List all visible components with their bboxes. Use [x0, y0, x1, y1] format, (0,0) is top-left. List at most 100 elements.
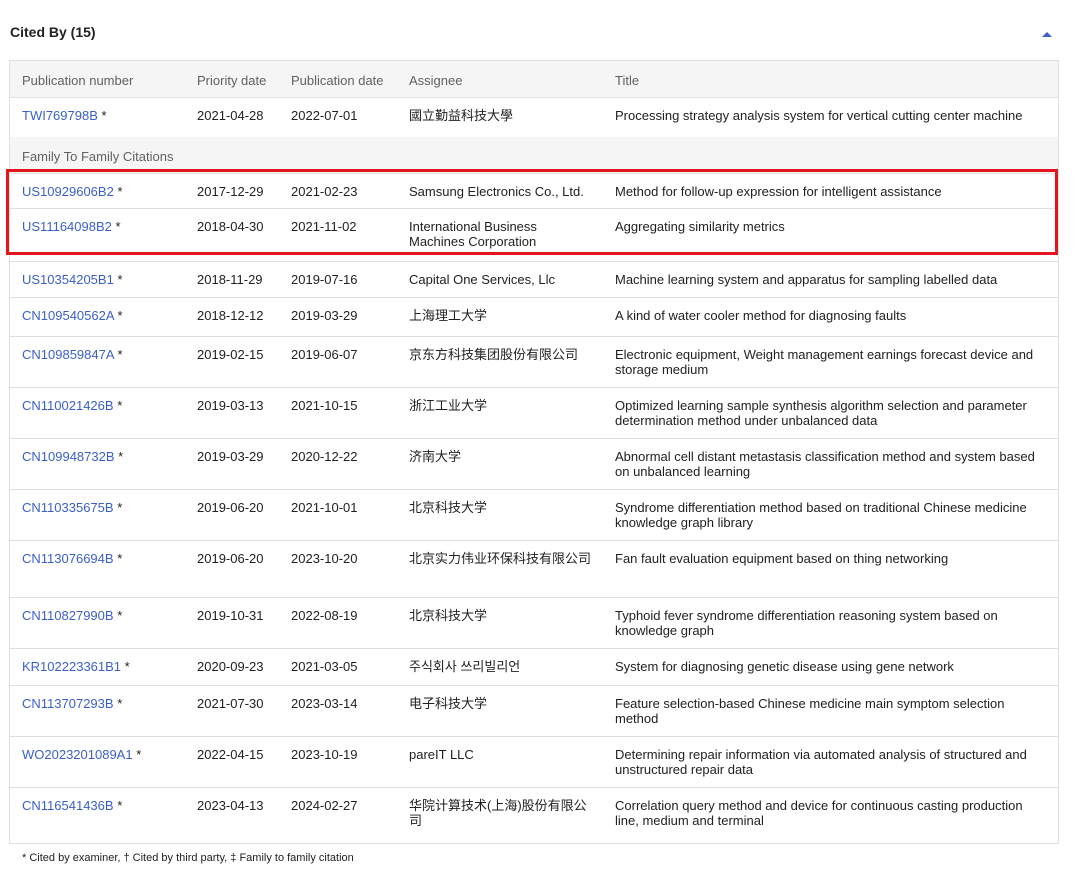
assignee: pareIT LLC — [409, 747, 474, 762]
table-row: US10929606B2 * 2017-12-29 2021-02-23 Samsun… — [10, 174, 1058, 209]
publication-link[interactable]: KR102223361B1 — [22, 659, 121, 674]
assignee: Samsung Electronics Co., Ltd. — [409, 184, 584, 199]
table-row: CN110827990B * 2019-10-31 2022-08-19 北京科技大学… — [10, 598, 1058, 649]
group-header: Family To Family Citations — [10, 137, 1058, 174]
citation-marker: * — [117, 500, 123, 515]
patent-title: Fan fault evaluation equipment based on … — [615, 551, 949, 566]
publication-link[interactable]: CN109948732B — [22, 449, 115, 464]
citation-marker: * — [117, 272, 123, 287]
section-title: Cited By (15) — [10, 24, 96, 40]
assignee: 北京实力伟业环保科技有限公司 — [409, 551, 592, 566]
publication-link[interactable]: CN110021426B — [22, 398, 114, 413]
publication-link[interactable]: CN116541436B — [22, 798, 114, 813]
publication-link[interactable]: TWI769798B — [22, 108, 98, 123]
table-row: WO2023201089A1 * 2022-04-15 2023-10-19 pare… — [10, 737, 1058, 788]
publication-date: 2019-03-29 — [291, 308, 358, 323]
publication-cell: US10354205B1 * — [22, 272, 192, 287]
citation-marker: * — [117, 308, 123, 323]
citation-marker: * — [117, 347, 123, 362]
publication-cell: TWI769798B * — [22, 108, 192, 123]
publication-date: 2021-11-02 — [291, 219, 357, 234]
priority-date: 2019-06-20 — [197, 500, 264, 515]
patent-title: Syndrome differentiation method based on… — [615, 500, 1027, 530]
publication-link[interactable]: US11164098B2 — [22, 219, 112, 234]
patent-title: Abnormal cell distant metastasis classif… — [615, 449, 1035, 479]
citations-table: Publication number Priority date Publica… — [9, 60, 1059, 844]
patent-title: Correlation query method and device for … — [615, 798, 1023, 828]
patent-title: System for diagnosing genetic disease us… — [615, 659, 954, 674]
priority-date: 2017-12-29 — [197, 184, 264, 199]
table-header: Publication number Priority date Publica… — [10, 61, 1058, 98]
publication-cell: CN113076694B * — [22, 551, 192, 566]
publication-cell: CN109948732B * — [22, 449, 192, 464]
publication-cell: US11164098B2 * — [22, 219, 192, 234]
column-header-priority-date: Priority date — [197, 73, 267, 88]
publication-link[interactable]: CN110335675B — [22, 500, 114, 515]
publication-link[interactable]: US10354205B1 — [22, 272, 114, 287]
publication-cell: CN110335675B * — [22, 500, 192, 515]
priority-date: 2022-04-15 — [197, 747, 264, 762]
table-row: KR102223361B1 * 2020-09-23 2021-03-05 주식회사 … — [10, 649, 1058, 686]
column-header-publication-date: Publication date — [291, 73, 384, 88]
citation-marker: * — [101, 108, 107, 123]
priority-date: 2018-12-12 — [197, 308, 264, 323]
publication-link[interactable]: CN113076694B — [22, 551, 114, 566]
assignee: 上海理工大学 — [409, 308, 488, 323]
publication-date: 2021-10-01 — [291, 500, 358, 515]
assignee: 國立勤益科技大學 — [409, 108, 514, 123]
publication-cell: CN113707293B * — [22, 696, 192, 711]
citation-marker: * — [117, 184, 123, 199]
patent-title: Typhoid fever syndrome differentiation r… — [615, 608, 998, 638]
publication-link[interactable]: WO2023201089A1 — [22, 747, 133, 762]
group-label: Family To Family Citations — [22, 149, 174, 164]
priority-date: 2019-02-15 — [197, 347, 264, 362]
chevron-up-icon — [1042, 32, 1052, 37]
publication-date: 2022-07-01 — [291, 108, 358, 123]
publication-date: 2021-10-15 — [291, 398, 358, 413]
footnote: * Cited by examiner, † Cited by third pa… — [22, 852, 354, 864]
publication-link[interactable]: CN110827990B — [22, 608, 114, 623]
table-row: CN116541436B * 2023-04-13 2024-02-27 华院计算技术… — [10, 788, 1058, 843]
priority-date: 2019-03-13 — [197, 398, 264, 413]
publication-cell: CN110021426B * — [22, 398, 192, 413]
publication-cell: US10929606B2 * — [22, 184, 192, 199]
assignee: 주식회사 쓰리빌리언 — [409, 659, 521, 674]
patent-title: Aggregating similarity metrics — [615, 219, 785, 234]
table-row: CN113076694B * 2019-06-20 2023-10-20 北京实力伟业… — [10, 541, 1058, 598]
table-row: US10354205B1 * 2018-11-29 2019-07-16 Capita… — [10, 262, 1058, 298]
patent-title: Machine learning system and apparatus fo… — [615, 272, 998, 287]
table-row: TWI769798B * 2021-04-28 2022-07-01 國立勤益科技大學… — [10, 98, 1058, 137]
publication-cell: CN110827990B * — [22, 608, 192, 623]
publication-date: 2023-10-19 — [291, 747, 358, 762]
table-row: CN109948732B * 2019-03-29 2020-12-22 济南大学 Ab… — [10, 439, 1058, 490]
priority-date: 2020-09-23 — [197, 659, 264, 674]
column-header-publication-number: Publication number — [22, 73, 134, 88]
assignee: 华院计算技术(上海)股份有限公司 — [409, 798, 587, 828]
patent-title: A kind of water cooler method for diagno… — [615, 308, 907, 323]
publication-link[interactable]: CN109540562A — [22, 308, 114, 323]
publication-cell: CN109859847A * — [22, 347, 192, 362]
publication-cell: KR102223361B1 * — [22, 659, 192, 674]
patent-title: Method for follow-up expression for inte… — [615, 184, 942, 199]
publication-link[interactable]: CN109859847A — [22, 347, 114, 362]
priority-date: 2021-04-28 — [197, 108, 264, 123]
citation-marker: * — [136, 747, 142, 762]
priority-date: 2023-04-13 — [197, 798, 264, 813]
publication-date: 2019-07-16 — [291, 272, 358, 287]
publication-link[interactable]: CN113707293B — [22, 696, 114, 711]
patent-title: Processing strategy analysis system for … — [615, 108, 1023, 123]
publication-date: 2022-08-19 — [291, 608, 358, 623]
table-row: CN109540562A * 2018-12-12 2019-03-29 上海理工大学… — [10, 298, 1058, 337]
patent-title: Electronic equipment, Weight management … — [615, 347, 1034, 377]
collapse-button[interactable] — [1037, 24, 1057, 44]
assignee: 北京科技大学 — [409, 500, 488, 515]
publication-link[interactable]: US10929606B2 — [22, 184, 114, 199]
citation-marker: * — [117, 696, 123, 711]
publication-cell: CN116541436B * — [22, 798, 192, 813]
priority-date: 2018-04-30 — [197, 219, 264, 234]
assignee: 北京科技大学 — [409, 608, 488, 623]
priority-date: 2018-11-29 — [197, 272, 263, 287]
priority-date: 2019-10-31 — [197, 608, 264, 623]
publication-date: 2023-10-20 — [291, 551, 358, 566]
patent-title: Determining repair information via autom… — [615, 747, 1027, 777]
